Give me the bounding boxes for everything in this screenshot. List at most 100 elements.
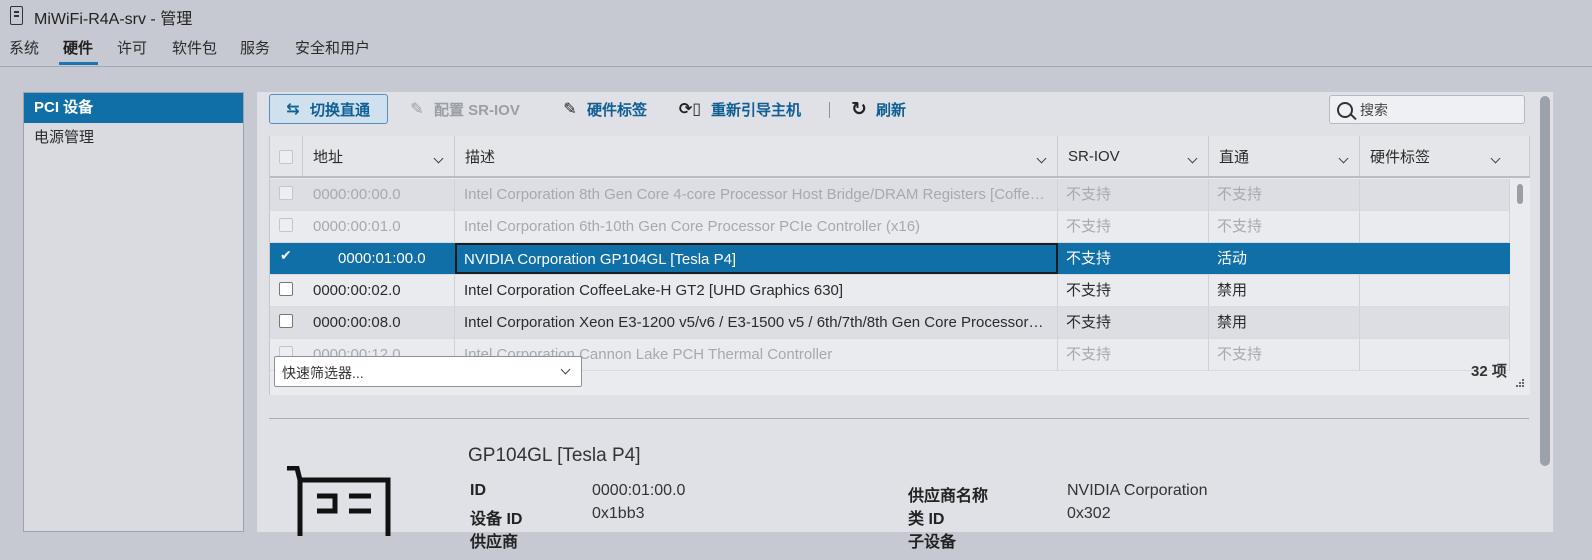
column-header-hardware-label[interactable]: 硬件标签: [1360, 136, 1530, 176]
cell-passthrough: 禁用: [1209, 307, 1360, 338]
chevron-down-icon[interactable]: [1490, 153, 1501, 164]
cell-hardware-label: [1360, 275, 1510, 306]
table-row[interactable]: 0000:00:00.0 Intel Corporation 8th Gen C…: [270, 179, 1510, 211]
row-checkbox[interactable]: [279, 218, 293, 232]
tab-packages[interactable]: 软件包: [172, 37, 217, 58]
tab-license[interactable]: 许可: [117, 37, 147, 58]
pencil-icon: ✎: [410, 101, 424, 118]
detail-label-class-id: 类 ID: [908, 511, 945, 528]
cell-sriov: 不支持: [1058, 211, 1209, 242]
cell-passthrough: 不支持: [1209, 179, 1360, 210]
column-header-address[interactable]: 地址: [303, 136, 455, 176]
hardware-label-button[interactable]: ✎ 硬件标签: [561, 94, 647, 124]
cell-sriov: 不支持: [1058, 307, 1209, 338]
quick-filter-select[interactable]: 快速筛选器...: [274, 356, 582, 387]
row-checkbox[interactable]: [279, 282, 293, 296]
nav-item-pci-devices[interactable]: PCI 设备: [24, 93, 243, 123]
column-header-address-label: 地址: [313, 149, 344, 166]
cell-hardware-label: [1360, 307, 1510, 338]
column-header-hardware-label-label: 硬件标签: [1370, 149, 1431, 166]
cell-passthrough: 活动: [1209, 243, 1360, 274]
search-box[interactable]: [1329, 95, 1525, 124]
grid-scrollbar-thumb[interactable]: [1517, 184, 1523, 204]
item-count: 32 项: [1471, 363, 1507, 380]
reboot-host-label: 重新引导主机: [711, 101, 802, 119]
refresh-label: 刷新: [876, 101, 907, 119]
toggle-arrows-icon: ⇆: [286, 101, 300, 118]
reboot-host-button[interactable]: ⟳▯ 重新引导主机: [677, 94, 801, 124]
quick-filter-label: 快速筛选器...: [282, 365, 364, 381]
column-header-passthrough-label: 直通: [1219, 149, 1250, 166]
cell-sriov: 不支持: [1058, 179, 1209, 210]
chevron-down-icon[interactable]: [433, 153, 444, 164]
reboot-host-icon: ⟳▯: [678, 101, 702, 118]
column-header-passthrough[interactable]: 直通: [1209, 136, 1360, 176]
detail-value-id: 0000:01:00.0: [592, 482, 686, 499]
cell-description: Intel Corporation CoffeeLake-H GT2 [UHD …: [455, 275, 1058, 306]
cell-hardware-label: [1360, 243, 1510, 274]
column-header-sriov[interactable]: SR-IOV: [1058, 136, 1209, 176]
refresh-button[interactable]: ↻ 刷新: [850, 94, 906, 124]
column-header-sriov-label: SR-IOV: [1068, 148, 1120, 165]
search-input[interactable]: [1360, 96, 1520, 123]
cell-address: 0000:00:00.0: [303, 179, 455, 210]
cell-passthrough: 禁用: [1209, 275, 1360, 306]
cell-description: Intel Corporation Xeon E3-1200 v5/v6 / E…: [455, 307, 1058, 338]
window-title: MiWiFi-R4A-srv - 管理: [34, 11, 193, 28]
detail-label-vendor: 供应商: [470, 534, 519, 551]
grid-header: 地址 描述 SR-IOV 直通 硬件标签: [270, 136, 1530, 178]
main-scrollbar[interactable]: [1540, 96, 1550, 466]
left-nav: PCI 设备 电源管理: [23, 92, 244, 532]
cell-hardware-label: [1360, 211, 1510, 242]
detail-label-subdevice: 子设备: [908, 534, 957, 551]
toggle-passthrough-label: 切换直通: [310, 101, 371, 119]
search-icon: [1337, 102, 1353, 118]
host-icon: [10, 6, 23, 25]
device-detail-title: GP104GL [Tesla P4]: [468, 445, 641, 466]
title-bar: MiWiFi-R4A-srv - 管理: [0, 0, 1592, 30]
detail-value-vendor-name: NVIDIA Corporation: [1067, 482, 1208, 499]
chevron-down-icon[interactable]: [1036, 153, 1047, 164]
details-divider: [269, 418, 1529, 419]
chevron-down-icon[interactable]: [1187, 153, 1198, 164]
grid-scrollbar[interactable]: [1515, 184, 1525, 389]
table-row[interactable]: 0000:00:02.0 Intel Corporation CoffeeLak…: [270, 275, 1510, 307]
cell-description: Intel Corporation 8th Gen Core 4-core Pr…: [455, 179, 1058, 210]
toolbar-separator: [829, 102, 830, 118]
resize-grip-icon[interactable]: [1516, 379, 1524, 387]
cell-description: NVIDIA Corporation GP104GL [Tesla P4]: [455, 243, 1058, 274]
refresh-icon: ↻: [851, 98, 867, 120]
checkmark-icon[interactable]: ✔: [280, 247, 292, 264]
configure-sriov-label: 配置 SR-IOV: [434, 101, 520, 119]
table-row-selected[interactable]: ✔ 0000:01:00.0 NVIDIA Corporation GP104G…: [270, 243, 1510, 275]
main-panel: ⇆ 切换直通 ✎ 配置 SR-IOV ✎ 硬件标签 ⟳▯ 重新引导主机 ↻ 刷新…: [257, 92, 1553, 551]
tab-divider: [0, 66, 1592, 67]
cell-hardware-label: [1360, 179, 1510, 210]
select-all-cell: [270, 136, 303, 176]
tab-security-users[interactable]: 安全和用户: [295, 37, 370, 58]
select-all-checkbox[interactable]: [279, 150, 293, 164]
cell-sriov: 不支持: [1058, 275, 1209, 306]
toggle-passthrough-button[interactable]: ⇆ 切换直通: [269, 94, 388, 124]
chevron-down-icon[interactable]: [1338, 153, 1349, 164]
tab-system[interactable]: 系统: [9, 37, 39, 58]
column-header-description[interactable]: 描述: [455, 136, 1058, 176]
row-checkbox[interactable]: [279, 186, 293, 200]
tab-services[interactable]: 服务: [240, 37, 270, 58]
cell-address: 0000:00:02.0: [303, 275, 455, 306]
cell-address: 0000:00:08.0: [303, 307, 455, 338]
active-tab-indicator: [59, 62, 98, 65]
pencil-icon: ✎: [563, 101, 577, 118]
row-checkbox[interactable]: [279, 314, 293, 328]
table-row[interactable]: 0000:00:08.0 Intel Corporation Xeon E3-1…: [270, 307, 1510, 339]
cell-passthrough: 不支持: [1209, 211, 1360, 242]
pci-card-icon: [287, 466, 391, 536]
configure-sriov-button[interactable]: ✎ 配置 SR-IOV: [408, 94, 520, 124]
nav-item-power-management[interactable]: 电源管理: [24, 123, 243, 153]
cell-description: Intel Corporation 6th-10th Gen Core Proc…: [455, 211, 1058, 242]
detail-label-device-id: 设备 ID: [470, 511, 523, 528]
detail-label-id: ID: [470, 482, 486, 499]
table-row[interactable]: 0000:00:01.0 Intel Corporation 6th-10th …: [270, 211, 1510, 243]
tab-hardware[interactable]: 硬件: [63, 37, 93, 58]
cell-sriov: 不支持: [1058, 243, 1209, 274]
